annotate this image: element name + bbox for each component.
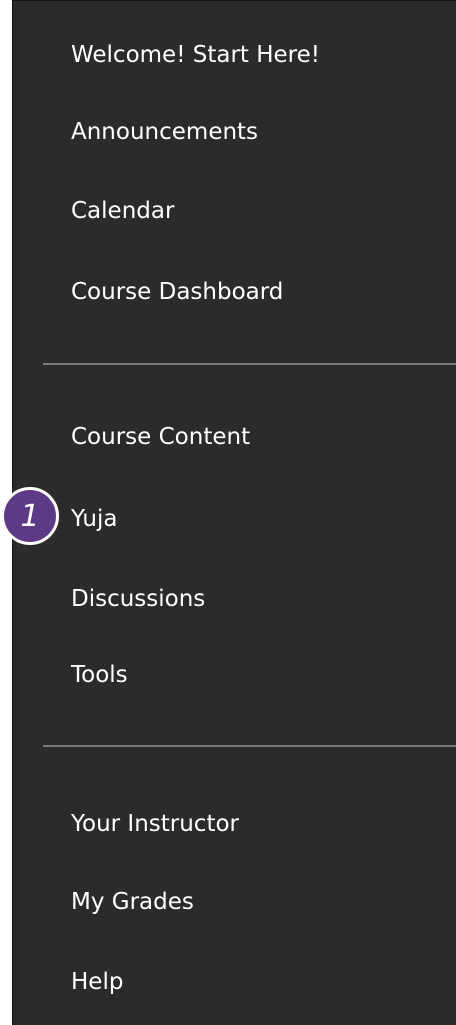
menu-divider	[43, 745, 456, 747]
menu-divider	[43, 363, 456, 365]
menu-item-course-dashboard[interactable]: Course Dashboard	[71, 277, 283, 307]
menu-item-yuja[interactable]: Yuja	[71, 504, 117, 534]
step-number-badge: 1	[1, 487, 59, 545]
menu-item-calendar[interactable]: Calendar	[71, 196, 174, 226]
menu-item-tools[interactable]: Tools	[71, 660, 128, 690]
menu-item-discussions[interactable]: Discussions	[71, 584, 205, 614]
menu-item-course-content[interactable]: Course Content	[71, 422, 250, 452]
menu-item-help[interactable]: Help	[71, 967, 123, 997]
menu-item-announcements[interactable]: Announcements	[71, 117, 258, 147]
menu-item-welcome[interactable]: Welcome! Start Here!	[71, 40, 320, 70]
menu-item-your-instructor[interactable]: Your Instructor	[71, 809, 239, 839]
course-menu: Welcome! Start Here! Announcements Calen…	[12, 0, 456, 1025]
menu-item-my-grades[interactable]: My Grades	[71, 887, 194, 917]
